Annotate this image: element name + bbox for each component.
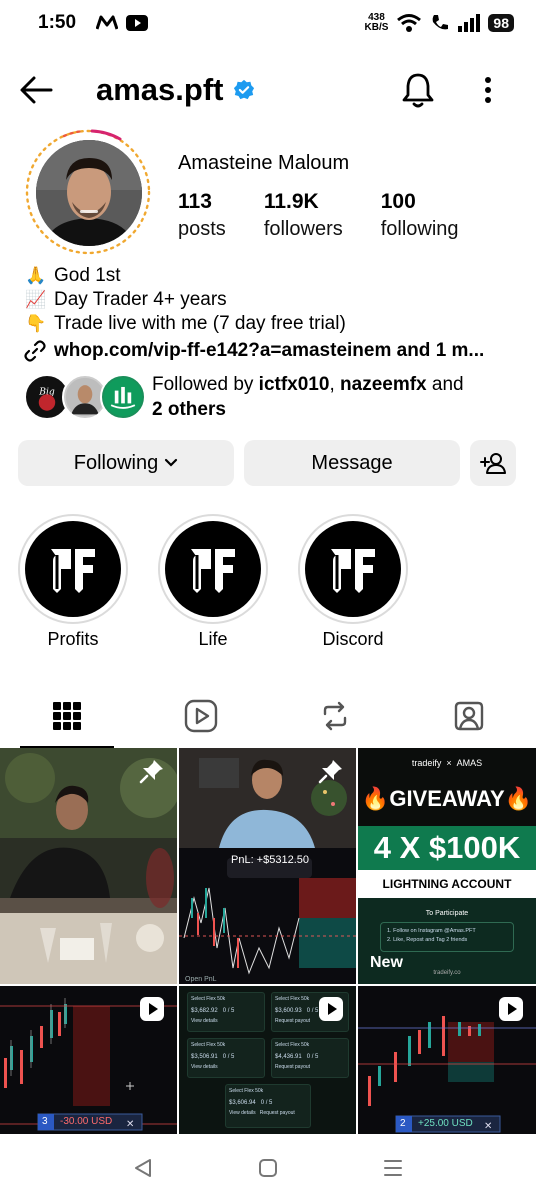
profile-tabs bbox=[0, 684, 536, 748]
posts-grid: Open PnL PnL: +$5312.50 tradeify × AMAS … bbox=[0, 748, 536, 1134]
nav-recents-icon[interactable] bbox=[382, 1157, 404, 1179]
youtube-icon bbox=[126, 15, 149, 31]
profile-actions: Following Message bbox=[18, 440, 516, 486]
status-time: 1:50 bbox=[38, 12, 77, 33]
svg-text:✕: ✕ bbox=[484, 1121, 492, 1132]
post-thumbnail[interactable]: Open PnL PnL: +$5312.50 bbox=[179, 748, 356, 984]
praying-hands-icon: 🙏 bbox=[25, 266, 47, 285]
pf-logo-icon bbox=[191, 549, 235, 593]
giveaway-account: LIGHTNING ACCOUNT bbox=[358, 870, 536, 898]
highlight-discord[interactable]: Discord bbox=[298, 514, 408, 650]
chevron-down-icon bbox=[165, 458, 178, 467]
pointing-down-icon: 👇 bbox=[25, 314, 47, 333]
nav-home-icon[interactable] bbox=[257, 1157, 279, 1179]
highlight-label: Profits bbox=[47, 629, 99, 649]
wifi-icon bbox=[397, 14, 422, 32]
message-button[interactable]: Message bbox=[244, 440, 460, 486]
profile-stats: 113 posts 11.9K followers 100 following bbox=[178, 190, 497, 241]
following-button[interactable]: Following bbox=[18, 440, 234, 486]
suggested-users-button[interactable] bbox=[470, 440, 516, 486]
profile-avatar[interactable] bbox=[36, 140, 142, 246]
pinned-icon bbox=[139, 760, 163, 784]
followed-by-text: Followed by ictfx010, nazeemfx and 2 oth… bbox=[152, 374, 464, 420]
tab-tagged[interactable] bbox=[402, 684, 536, 748]
svg-text:Open PnL: Open PnL bbox=[185, 976, 217, 983]
bell-icon[interactable] bbox=[398, 70, 438, 110]
tab-posts-grid[interactable] bbox=[0, 684, 134, 748]
highlight-profits[interactable]: Profits bbox=[18, 514, 128, 650]
status-bar: 1:50 438 KB/S 98 bbox=[0, 0, 536, 46]
reel-icon bbox=[140, 997, 164, 1021]
nav-back-icon[interactable] bbox=[132, 1157, 154, 1179]
network-speed: 438 KB/S bbox=[364, 12, 389, 33]
giveaway-amount: 4 X $100K bbox=[358, 826, 536, 870]
link-icon bbox=[24, 340, 46, 362]
pinned-icon bbox=[318, 760, 342, 784]
bio-line: 📈 Day Trader 4+ years bbox=[25, 289, 227, 310]
post-thumbnail[interactable]: ✕ 3 -30.00 USD bbox=[0, 986, 177, 1134]
bio-line: 🙏 God 1st bbox=[25, 265, 121, 286]
signal-icon bbox=[458, 14, 481, 32]
highlight-label: Discord bbox=[322, 629, 384, 649]
chart-increasing-icon: 📈 bbox=[25, 290, 47, 309]
followed-by[interactable]: Big Followed by ictfx010, nazeemfx and 2… bbox=[24, 372, 464, 422]
highlight-life[interactable]: Life bbox=[158, 514, 268, 650]
tagged-icon bbox=[454, 701, 484, 731]
profile-username: amas.pft bbox=[96, 72, 255, 108]
reposts-icon bbox=[323, 701, 347, 731]
reel-icon bbox=[499, 997, 523, 1021]
post-thumbnail[interactable]: tradeify × AMAS 🔥GIVEAWAY🔥 4 X $100K LIG… bbox=[358, 748, 536, 984]
mutual-avatar bbox=[100, 374, 146, 420]
stat-followers[interactable]: 11.9K followers bbox=[264, 190, 343, 241]
post-thumbnail[interactable] bbox=[0, 748, 177, 984]
battery-indicator: 98 bbox=[488, 14, 514, 32]
pnl-overlay: PnL: +$5312.50 bbox=[231, 854, 309, 866]
system-nav-bar bbox=[0, 1136, 536, 1200]
reels-icon bbox=[184, 699, 218, 733]
verified-badge-icon bbox=[234, 79, 255, 100]
tab-reels[interactable] bbox=[134, 684, 268, 748]
profile-link[interactable]: whop.com/vip-ff-e142?a=amasteinem and 1 … bbox=[24, 340, 484, 362]
profile-full-name: Amasteine Maloum bbox=[178, 152, 350, 174]
bio-line: 👇 Trade live with me (7 day free trial) bbox=[25, 313, 346, 334]
reel-icon bbox=[319, 997, 343, 1021]
pf-logo-icon bbox=[51, 549, 95, 593]
more-vertical-icon[interactable] bbox=[476, 72, 500, 108]
back-arrow-icon[interactable] bbox=[18, 72, 54, 108]
svg-text:✕: ✕ bbox=[126, 1119, 134, 1130]
grid-icon bbox=[53, 702, 81, 730]
m-logo-icon bbox=[96, 15, 119, 30]
story-highlights: Profits Life Discord bbox=[18, 514, 408, 650]
highlight-label: Life bbox=[198, 629, 228, 649]
tab-reposts[interactable] bbox=[268, 684, 402, 748]
profile-bio: 🙏 God 1st 📈 Day Trader 4+ years 👇 Trade … bbox=[24, 264, 346, 336]
profile-header: amas.pft bbox=[0, 60, 536, 120]
post-thumbnail[interactable]: ✕ 2 +25.00 USD bbox=[358, 986, 536, 1134]
add-person-icon bbox=[480, 453, 506, 474]
pf-logo-icon bbox=[331, 549, 375, 593]
mutual-avatars: Big bbox=[24, 374, 146, 420]
call-icon bbox=[433, 15, 449, 30]
post-thumbnail[interactable]: Select Flex 50k $3,682.92 0 / 5 View det… bbox=[179, 986, 356, 1134]
stat-following[interactable]: 100 following bbox=[381, 190, 459, 241]
giveaway-title: 🔥GIVEAWAY🔥 bbox=[361, 786, 533, 811]
stat-posts[interactable]: 113 posts bbox=[178, 190, 226, 241]
